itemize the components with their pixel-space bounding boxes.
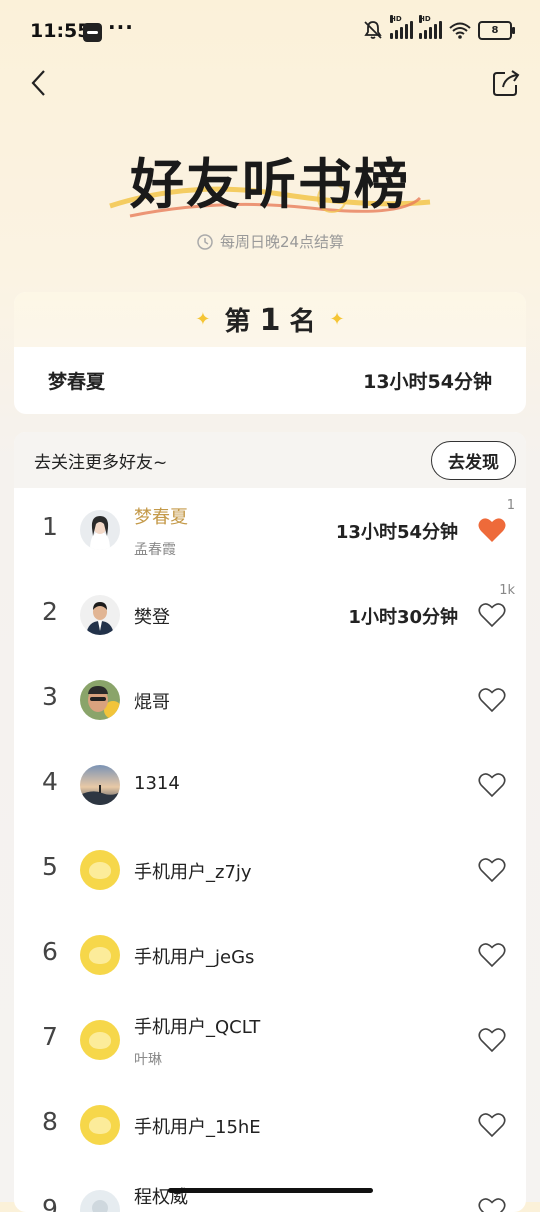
sparkle-right-icon: ✦	[329, 309, 345, 330]
champion-rank-label: 第 1 名	[224, 303, 316, 338]
champion-row[interactable]: 梦春夏 13小时54分钟	[14, 347, 526, 414]
heart-outline-icon[interactable]	[477, 771, 507, 799]
signal-1-icon: HD	[390, 15, 413, 39]
heart-outline-icon[interactable]	[477, 1111, 507, 1139]
signal-2-icon: HD	[419, 15, 442, 39]
heart-outline-icon[interactable]	[477, 941, 507, 969]
list-item[interactable]: 5 手机用户_z7jy	[14, 828, 526, 913]
user-alias: 叶琳	[134, 1052, 162, 1068]
rank-number: 6	[42, 937, 58, 966]
settlement-note: 每周日晚24点结算	[0, 231, 540, 252]
more-notifications-icon: ···	[108, 15, 134, 39]
follow-more-text: 去关注更多好友~	[34, 452, 168, 473]
avatar[interactable]	[80, 765, 120, 805]
heart-filled-icon[interactable]	[477, 516, 507, 544]
avatar[interactable]	[80, 680, 120, 720]
listen-duration: 13小时54分钟	[335, 522, 458, 543]
list-item[interactable]: 6 手机用户_jeGs	[14, 913, 526, 998]
avatar[interactable]	[80, 595, 120, 635]
rank-number: 4	[42, 767, 58, 796]
rank-number: 7	[42, 1022, 58, 1051]
avatar[interactable]	[80, 1190, 120, 1212]
rank-number: 3	[42, 682, 58, 711]
default-avatar[interactable]	[80, 1020, 120, 1060]
wifi-icon	[449, 22, 471, 39]
heart-outline-icon[interactable]	[477, 1196, 507, 1212]
champion-duration: 13小时54分钟	[363, 371, 492, 393]
champion-card: ✦ 第 1 名 ✦ 梦春夏 13小时54分钟	[14, 292, 526, 414]
default-avatar[interactable]	[80, 850, 120, 890]
rank-number: 2	[42, 597, 58, 626]
hero-banner: 好友听书榜	[0, 140, 540, 219]
list-item[interactable]: 1 梦春夏 孟春霞 13小时54分钟 1	[14, 488, 526, 573]
list-item[interactable]: 7 手机用户_QCLT 叶琳	[14, 998, 526, 1083]
listen-duration: 1小时30分钟	[348, 607, 458, 628]
heart-outline-icon[interactable]	[477, 601, 507, 629]
champion-header: ✦ 第 1 名 ✦	[14, 292, 526, 347]
user-name: 手机用户_QCLT	[134, 1017, 261, 1038]
settlement-text: 每周日晚24点结算	[219, 233, 345, 251]
home-indicator[interactable]	[168, 1188, 373, 1193]
status-icons: HD HD 8	[362, 15, 515, 40]
status-bar: 11:55 ··· HD HD 8	[0, 0, 540, 64]
page-title: 好友听书榜	[130, 152, 410, 216]
mute-bell-icon	[364, 21, 382, 39]
status-time: 11:55	[30, 20, 91, 42]
clock-icon	[197, 233, 213, 250]
user-name: 程权威	[134, 1187, 188, 1208]
list-header: 去关注更多好友~ 去发现	[14, 432, 526, 488]
heart-outline-icon[interactable]	[477, 686, 507, 714]
heart-outline-icon[interactable]	[477, 1026, 507, 1054]
user-name: 手机用户_jeGs	[134, 947, 255, 968]
default-avatar[interactable]	[80, 1105, 120, 1145]
avatar[interactable]	[80, 510, 120, 550]
like-count: 1	[506, 498, 515, 513]
rank-number: 8	[42, 1107, 58, 1136]
rank-number: 9	[42, 1194, 58, 1212]
list-item[interactable]: 2 樊登 1小时30分钟 1k	[14, 573, 526, 658]
chevron-left-icon	[31, 70, 45, 96]
list-item[interactable]: 8 手机用户_15hE	[14, 1083, 526, 1168]
back-button[interactable]	[26, 66, 60, 100]
user-name: 手机用户_15hE	[134, 1117, 261, 1138]
sparkle-left-icon: ✦	[195, 309, 211, 330]
share-icon	[493, 70, 520, 96]
rank-number: 5	[42, 852, 58, 881]
discover-button[interactable]: 去发现	[431, 440, 516, 480]
user-alias: 孟春霞	[134, 542, 176, 558]
default-avatar[interactable]	[80, 935, 120, 975]
list-item[interactable]: 4 1314	[14, 743, 526, 828]
ranking-list: 去关注更多好友~ 去发现 1 梦春夏 孟春霞 13小时54分钟 1 2 樊登 1…	[14, 432, 526, 1212]
list-item[interactable]: 3 焜哥	[14, 658, 526, 743]
share-button[interactable]	[490, 66, 524, 100]
user-name: 梦春夏	[134, 507, 188, 528]
user-name: 手机用户_z7jy	[134, 862, 252, 883]
rank-number: 1	[42, 512, 58, 541]
user-name: 焜哥	[134, 692, 170, 713]
voice-app-icon	[83, 23, 102, 42]
champion-name: 梦春夏	[48, 371, 106, 393]
battery-icon: 8	[478, 20, 515, 40]
heart-outline-icon[interactable]	[477, 856, 507, 884]
user-name: 樊登	[134, 607, 170, 628]
user-name: 1314	[134, 773, 180, 794]
like-count: 1k	[499, 583, 515, 598]
